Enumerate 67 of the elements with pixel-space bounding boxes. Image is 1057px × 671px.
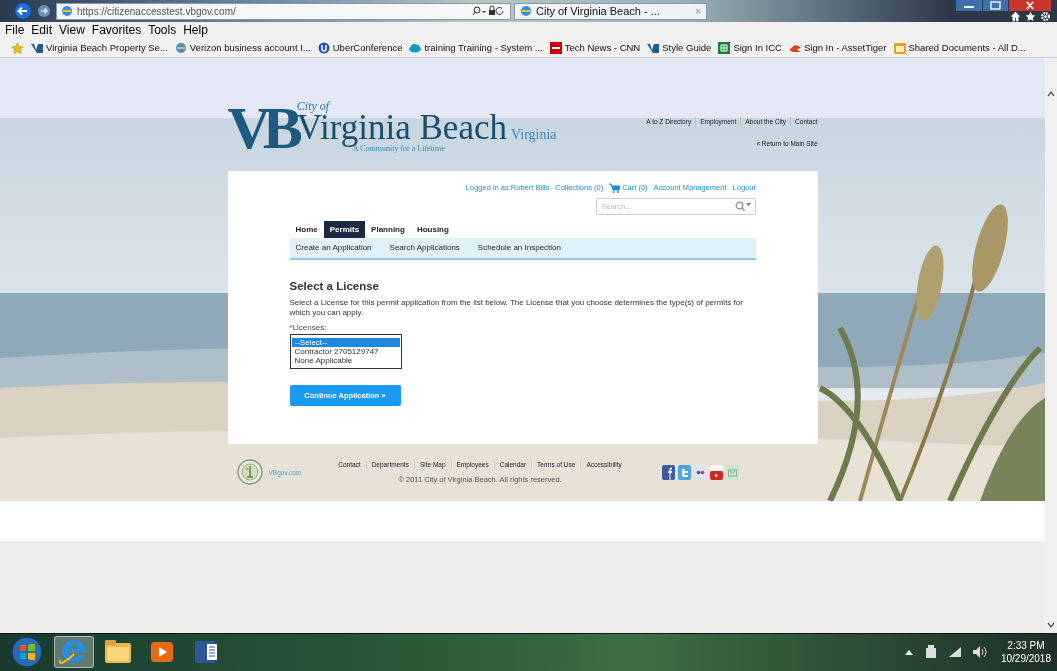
- licenses-listbox[interactable]: --Select-- Contractor 2705129747 None Applicable: [289, 333, 402, 369]
- url-text: https://citizenaccesstest.vbgov.com/: [77, 5, 236, 17]
- bookmark-link[interactable]: UberConference: [332, 42, 403, 54]
- menu-item[interactable]: Help: [183, 23, 208, 38]
- menu-item[interactable]: File: [5, 23, 25, 38]
- close-button[interactable]: [1009, 0, 1051, 11]
- signal-icon[interactable]: [948, 647, 961, 658]
- bookmark-icon: [409, 41, 422, 54]
- home-icon[interactable]: [1010, 11, 1021, 22]
- bookmark-icon: [647, 41, 660, 54]
- bookmark-icon: [718, 41, 731, 54]
- list-option[interactable]: Contractor 2705129747: [291, 346, 400, 356]
- required-mark: *: [289, 322, 293, 332]
- list-option[interactable]: None Applicable: [291, 355, 400, 365]
- bookmark-link[interactable]: training Training - System ...: [424, 42, 543, 54]
- menu-item[interactable]: Tools: [148, 23, 177, 38]
- bookmark-link[interactable]: Virginia Beach Property Se...: [46, 42, 168, 54]
- bookmark-icon: [31, 41, 43, 54]
- menu-item[interactable]: Edit: [31, 23, 53, 38]
- address-bar[interactable]: https://citizenaccesstest.vbgov.com/: [56, 2, 511, 20]
- star-icon[interactable]: [1025, 11, 1036, 22]
- logo-subtitle: City of: [296, 99, 331, 112]
- clock[interactable]: 2:33 PM 10/29/2018: [1000, 639, 1051, 666]
- subnav-link[interactable]: Create an Application: [295, 243, 372, 252]
- bookmark-icon: [549, 41, 562, 54]
- bookmark-icon: [317, 41, 330, 54]
- bookmark-icon: [174, 41, 187, 54]
- nav-tab[interactable]: Planning: [365, 220, 411, 238]
- nav-tab[interactable]: Permits: [323, 220, 366, 238]
- subnav-link[interactable]: Search Applications: [389, 243, 460, 252]
- search-icon[interactable]: [734, 200, 751, 211]
- bookmark-link[interactable]: Sign In ICC: [733, 42, 782, 54]
- page-icon: [61, 5, 73, 17]
- start-button[interactable]: [10, 635, 44, 670]
- menu-item[interactable]: View: [59, 23, 85, 38]
- nav-tab[interactable]: Home: [289, 220, 324, 238]
- menu-item[interactable]: Favorites: [91, 23, 142, 38]
- favorites-star-icon[interactable]: [11, 41, 24, 54]
- subnav-link[interactable]: Schedule an Inspection: [477, 243, 561, 252]
- volume-icon[interactable]: [972, 646, 987, 659]
- minimize-button[interactable]: [956, 0, 982, 11]
- forward-icon[interactable]: [37, 4, 51, 18]
- video-icon[interactable]: [709, 464, 723, 480]
- scrollbar[interactable]: [1045, 57, 1057, 633]
- description-text: Select a License for this permit application from the list below. The License that you choose determines the type(s) of permits for which you can apply.: [289, 297, 744, 318]
- date-text: 10/29/2018: [1000, 652, 1051, 666]
- tab-title: City of Virginia Beach - ...: [536, 5, 661, 17]
- section-heading: Select a License: [289, 279, 379, 292]
- logo-mark: VB: [227, 97, 295, 158]
- nav-tab[interactable]: Housing: [410, 220, 455, 238]
- bookmark-link[interactable]: Tech News - CNN: [564, 42, 641, 54]
- caret-icon[interactable]: [904, 649, 913, 656]
- search-lock-refresh-icon: [472, 5, 506, 17]
- time-text: 2:33 PM: [1007, 639, 1045, 653]
- taskbar-app[interactable]: [54, 636, 94, 669]
- bookmark-link[interactable]: Shared Documents - All D...: [908, 42, 1026, 54]
- bookmark-link[interactable]: Verizon business account I...: [189, 42, 311, 54]
- back-icon[interactable]: [12, 2, 34, 20]
- settings-icon[interactable]: [1040, 11, 1051, 22]
- bookmark-icon: [893, 41, 906, 54]
- browser-tab[interactable]: City of Virginia Beach - ... ×: [514, 2, 707, 20]
- page-icon: [520, 5, 532, 17]
- bookmark-link[interactable]: Sign In - AssetTiger: [803, 42, 887, 54]
- list-option[interactable]: --Select--: [291, 337, 400, 347]
- cart-icon: [609, 182, 621, 193]
- logo-state: Virginia: [510, 126, 557, 143]
- bookmark-link[interactable]: Style Guide: [662, 42, 712, 54]
